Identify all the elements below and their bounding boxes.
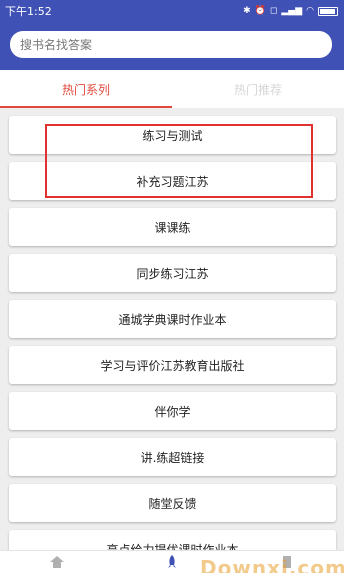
- tab-bar: 热门系列 热门推荐: [0, 70, 344, 108]
- tab-hot-series[interactable]: 热门系列: [0, 70, 172, 108]
- list-item[interactable]: 学习与评价江苏教育出版社: [9, 346, 336, 384]
- nav-home[interactable]: [27, 551, 87, 573]
- list-item-label: 补充习题江苏: [136, 174, 209, 189]
- bluetooth-icon: ✱: [243, 5, 251, 16]
- battery-icon: [318, 6, 338, 16]
- list-item[interactable]: 随堂反馈: [9, 484, 336, 522]
- list-item-label: 通城学典课时作业本: [118, 312, 227, 327]
- signal-icon: ▂▄▆: [281, 5, 303, 16]
- list-item-label: 亮点给力提优课时作业本: [106, 542, 239, 551]
- tab-hot-recommend[interactable]: 热门推荐: [172, 70, 344, 108]
- wifi-icon: ◠: [306, 5, 314, 16]
- list-item-label: 学习与评价江苏教育出版社: [100, 358, 245, 373]
- search-box[interactable]: [10, 31, 332, 58]
- list-item[interactable]: 通城学典课时作业本: [9, 300, 336, 338]
- home-icon: [50, 556, 65, 568]
- tab-hot-series-label: 热门系列: [61, 82, 110, 97]
- list-item-label: 同步练习江苏: [136, 266, 209, 281]
- status-time: 下午1:52: [5, 5, 52, 18]
- list-item[interactable]: 伴你学: [9, 392, 336, 430]
- status-bar: 下午1:52 ✱ ⏰ ◻ ▂▄▆ ◠: [0, 0, 344, 22]
- list-item[interactable]: 同步练习江苏: [9, 254, 336, 292]
- list-item[interactable]: 补充习题江苏: [9, 162, 336, 200]
- watermark: Downxi.com: [200, 556, 344, 573]
- list-item-label: 伴你学: [154, 404, 191, 419]
- list-item[interactable]: 课课练: [9, 208, 336, 246]
- list-item-label: 课课练: [154, 220, 191, 235]
- status-icons: ✱ ⏰ ◻ ▂▄▆ ◠: [243, 5, 338, 16]
- rocket-icon: [167, 555, 176, 568]
- mute-icon: ◻: [269, 5, 278, 16]
- list-item-label: 练习与测试: [142, 128, 203, 143]
- list-item[interactable]: 练习与测试: [9, 116, 336, 154]
- series-list[interactable]: 练习与测试 补充习题江苏 课课练 同步练习江苏 通城学典课时作业本 学习与评价江…: [0, 108, 344, 550]
- list-item-label: 随堂反馈: [148, 496, 197, 511]
- search-input[interactable]: [20, 37, 322, 52]
- list-item-label: 讲.练超链接: [140, 450, 205, 465]
- list-item[interactable]: 讲.练超链接: [9, 438, 336, 476]
- list-item[interactable]: 亮点给力提优课时作业本: [9, 530, 336, 550]
- nav-rocket[interactable]: [142, 551, 202, 573]
- tab-hot-recommend-label: 热门推荐: [233, 82, 282, 97]
- alarm-icon: ⏰: [254, 5, 266, 16]
- app-header: 下午1:52 ✱ ⏰ ◻ ▂▄▆ ◠: [0, 0, 344, 70]
